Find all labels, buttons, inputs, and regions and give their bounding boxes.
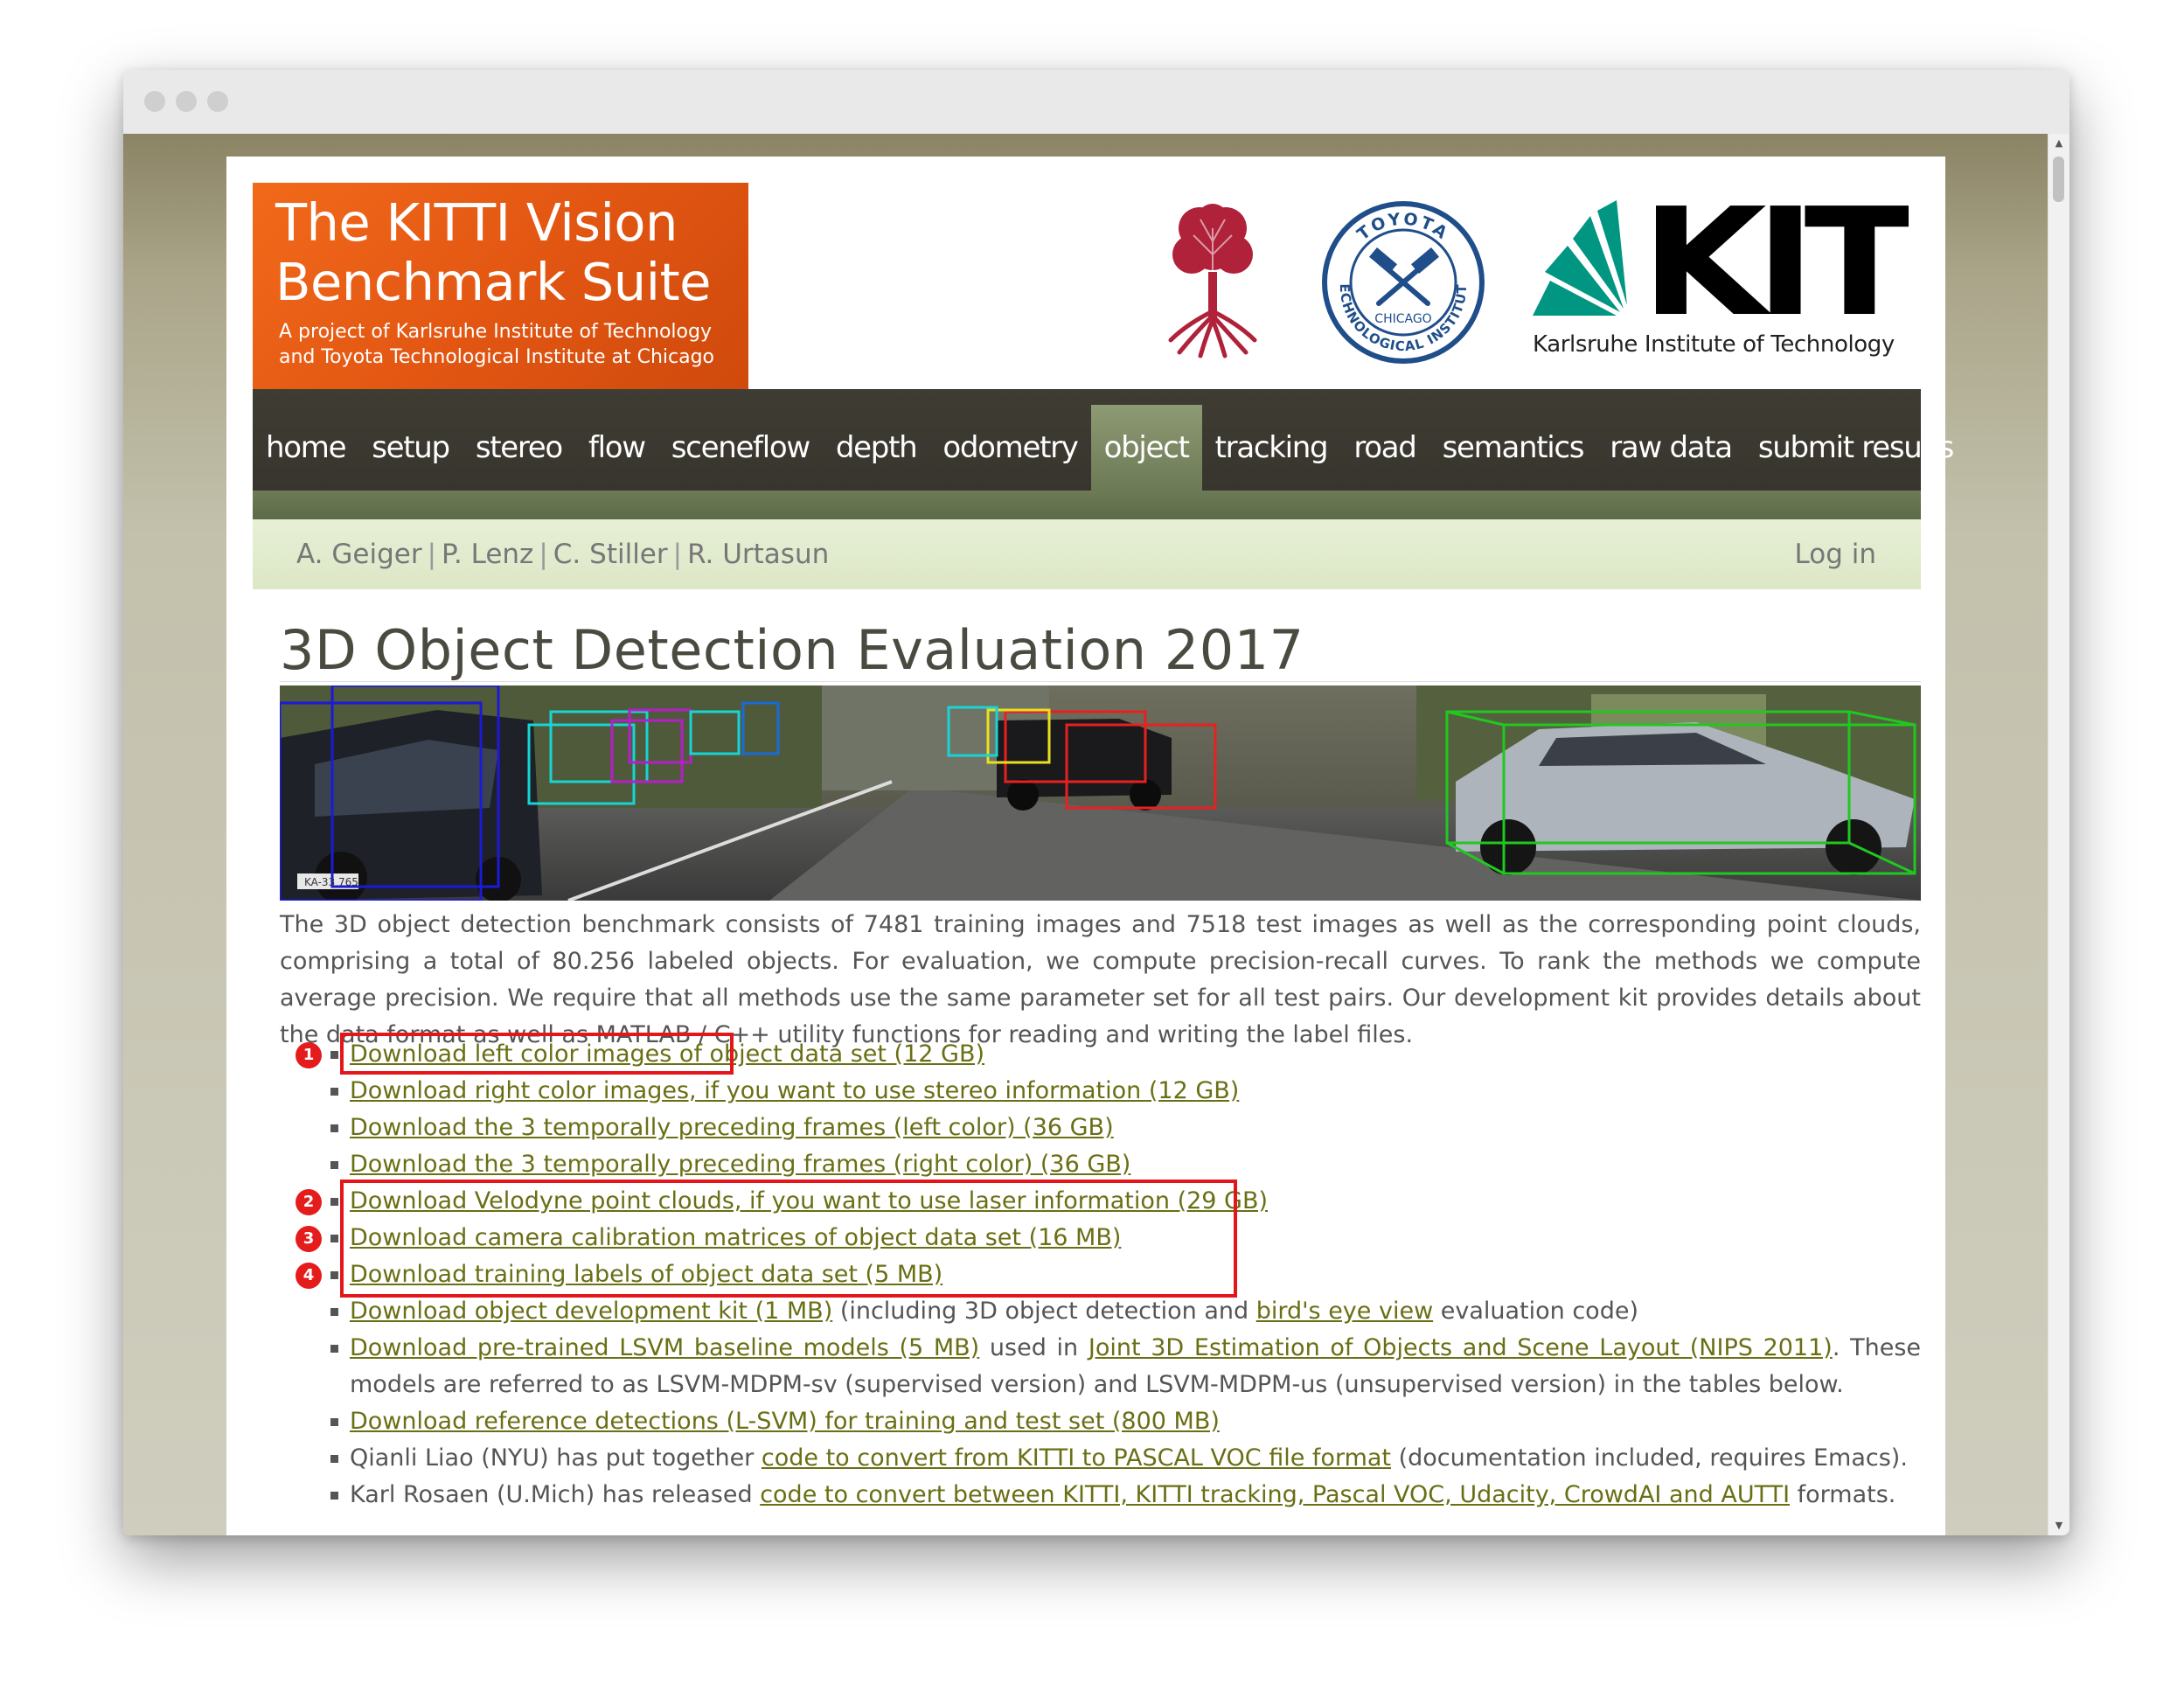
download-link[interactable]: Download the 3 temporally preceding fram… (350, 1114, 1114, 1141)
nav-item-flow[interactable]: flow (575, 405, 658, 491)
maximize-window-dot[interactable] (207, 91, 228, 112)
author-link[interactable]: A. Geiger (296, 539, 422, 570)
kit-wordmark: KIT (1641, 200, 1909, 350)
download-list-item: Download reference detections (L-SVM) fo… (280, 1403, 1921, 1440)
nav-item-object[interactable]: object (1090, 405, 1202, 491)
download-description: used in (979, 1334, 1089, 1361)
close-window-dot[interactable] (144, 91, 165, 112)
scroll-down-arrow-icon[interactable]: ▼ (2048, 1516, 2069, 1535)
author-separator: | (427, 539, 437, 570)
download-link[interactable]: Download object development kit (1 MB) (350, 1298, 832, 1325)
login-link[interactable]: Log in (1795, 519, 1876, 589)
download-link[interactable]: code to convert between KITTI, KITTI tra… (760, 1481, 1790, 1508)
detection-hero-image: KA-33 765 (280, 685, 1921, 901)
download-link[interactable]: code to convert from KITTI to PASCAL VOC… (762, 1444, 1391, 1472)
step-marker-badge: 1 (296, 1042, 322, 1068)
download-link[interactable]: Download reference detections (L-SVM) fo… (350, 1408, 1220, 1435)
nav-item-submit-results[interactable]: submit results (1745, 405, 1966, 491)
banner-subtitle: A project of Karlsruhe Institute of Tech… (279, 321, 715, 368)
download-link[interactable]: Download right color images, if you want… (350, 1077, 1239, 1104)
tti-seal-icon[interactable]: TOYOTA TECHNOLOGICAL INSTITUTE CHICAGO (1321, 200, 1485, 365)
download-link[interactable]: Download pre-trained LSVM baseline model… (350, 1334, 979, 1361)
nav-item-road[interactable]: road (1340, 405, 1429, 491)
intro-paragraph: The 3D object detection benchmark consis… (280, 911, 1921, 1048)
browser-window: The KITTI Vision Benchmark Suite A proje… (123, 70, 2069, 1535)
author-bar: A. Geiger | P. Lenz | C. Stiller | R. Urtasun … (253, 519, 1921, 589)
square-bullet-icon (330, 1124, 338, 1132)
download-description: formats. (1790, 1481, 1896, 1508)
square-bullet-icon (330, 1345, 338, 1353)
nav-items: home setup stereo flow sceneflow depth odometr… (253, 405, 1966, 491)
author-link[interactable]: R. Urtasun (687, 539, 829, 570)
banner-title: The KITTI Vision Benchmark Suite (275, 192, 711, 312)
hero-plate-text: KA-33 765 (304, 876, 358, 888)
nav-item-raw-data[interactable]: raw data (1596, 405, 1745, 491)
step-marker-badge: 3 (296, 1226, 322, 1252)
download-list-item: Qianli Liao (NYU) has put together code … (280, 1440, 1921, 1477)
nav-item-tracking[interactable]: tracking (1202, 405, 1341, 491)
tti-city-text: CHICAGO (1374, 312, 1431, 326)
nav-item-sceneflow[interactable]: sceneflow (658, 405, 823, 491)
minimize-window-dot[interactable] (176, 91, 197, 112)
download-link[interactable]: bird's eye view (1256, 1298, 1433, 1325)
download-list-item: Download object development kit (1 MB) (… (280, 1293, 1921, 1330)
author-link[interactable]: P. Lenz (442, 539, 533, 570)
square-bullet-icon (330, 1492, 338, 1500)
download-list-item: Download pre-trained LSVM baseline model… (280, 1330, 1921, 1403)
title-divider (280, 681, 1921, 682)
browser-viewport: The KITTI Vision Benchmark Suite A proje… (123, 134, 2069, 1535)
nav-item-stereo[interactable]: stereo (463, 405, 575, 491)
vertical-scrollbar[interactable]: ▲ ▼ (2048, 134, 2069, 1535)
nav-item-depth[interactable]: depth (823, 405, 929, 491)
scrollbar-thumb[interactable] (2053, 157, 2064, 202)
nav-bottom-strip (253, 491, 1921, 519)
step-marker-badge: 2 (296, 1189, 322, 1215)
download-list-item: Download the 3 temporally preceding fram… (280, 1146, 1921, 1183)
author-separator: | (539, 539, 548, 570)
download-link[interactable]: Joint 3D Estimation of Objects and Scene… (1089, 1334, 1833, 1361)
square-bullet-icon (330, 1088, 338, 1096)
square-bullet-icon (330, 1418, 338, 1426)
download-list-item: Download right color images, if you want… (280, 1073, 1921, 1110)
square-bullet-icon (330, 1161, 338, 1169)
download-description: (including 3D object detection and (832, 1298, 1256, 1325)
nav-item-semantics[interactable]: semantics (1429, 405, 1597, 491)
square-bullet-icon (330, 1455, 338, 1463)
nav-item-odometry[interactable]: odometry (929, 405, 1090, 491)
scroll-up-arrow-icon[interactable]: ▲ (2048, 134, 2069, 153)
main-navigation: home setup stereo flow sceneflow depth odometr… (253, 389, 1954, 519)
square-bullet-icon (330, 1271, 338, 1279)
author-list: A. Geiger | P. Lenz | C. Stiller | R. Urtasun (296, 519, 829, 589)
download-description: (documentation included, requires Emacs)… (1391, 1444, 1908, 1472)
square-bullet-icon (330, 1235, 338, 1242)
highlight-box-1 (340, 1033, 734, 1075)
download-link[interactable]: Download the 3 temporally preceding fram… (350, 1151, 1130, 1178)
square-bullet-icon (330, 1308, 338, 1316)
kitti-banner[interactable]: The KITTI Vision Benchmark Suite A proje… (253, 183, 748, 389)
kit-caption: Karlsruhe Institute of Technology (1533, 331, 1895, 358)
download-description: evaluation code) (1433, 1298, 1638, 1325)
tree-logo-icon[interactable] (1160, 193, 1265, 359)
author-separator: | (672, 539, 683, 570)
download-list-item: Download the 3 temporally preceding fram… (280, 1110, 1921, 1146)
step-marker-badge: 4 (296, 1263, 322, 1289)
author-link[interactable]: C. Stiller (553, 539, 668, 570)
square-bullet-icon (330, 1198, 338, 1206)
window-titlebar (123, 70, 2069, 135)
page-content: The KITTI Vision Benchmark Suite A proje… (226, 157, 1954, 1535)
nav-item-setup[interactable]: setup (358, 405, 463, 491)
download-description: Karl Rosaen (U.Mich) has released (350, 1481, 761, 1508)
nav-item-home[interactable]: home (253, 405, 358, 491)
download-description: Qianli Liao (NYU) has put together (350, 1444, 762, 1472)
download-list-item: Karl Rosaen (U.Mich) has released code t… (280, 1477, 1921, 1514)
page-title: 3D Object Detection Evaluation 2017 (280, 618, 1304, 682)
square-bullet-icon (330, 1051, 338, 1059)
highlight-box-2-4 (340, 1180, 1237, 1298)
